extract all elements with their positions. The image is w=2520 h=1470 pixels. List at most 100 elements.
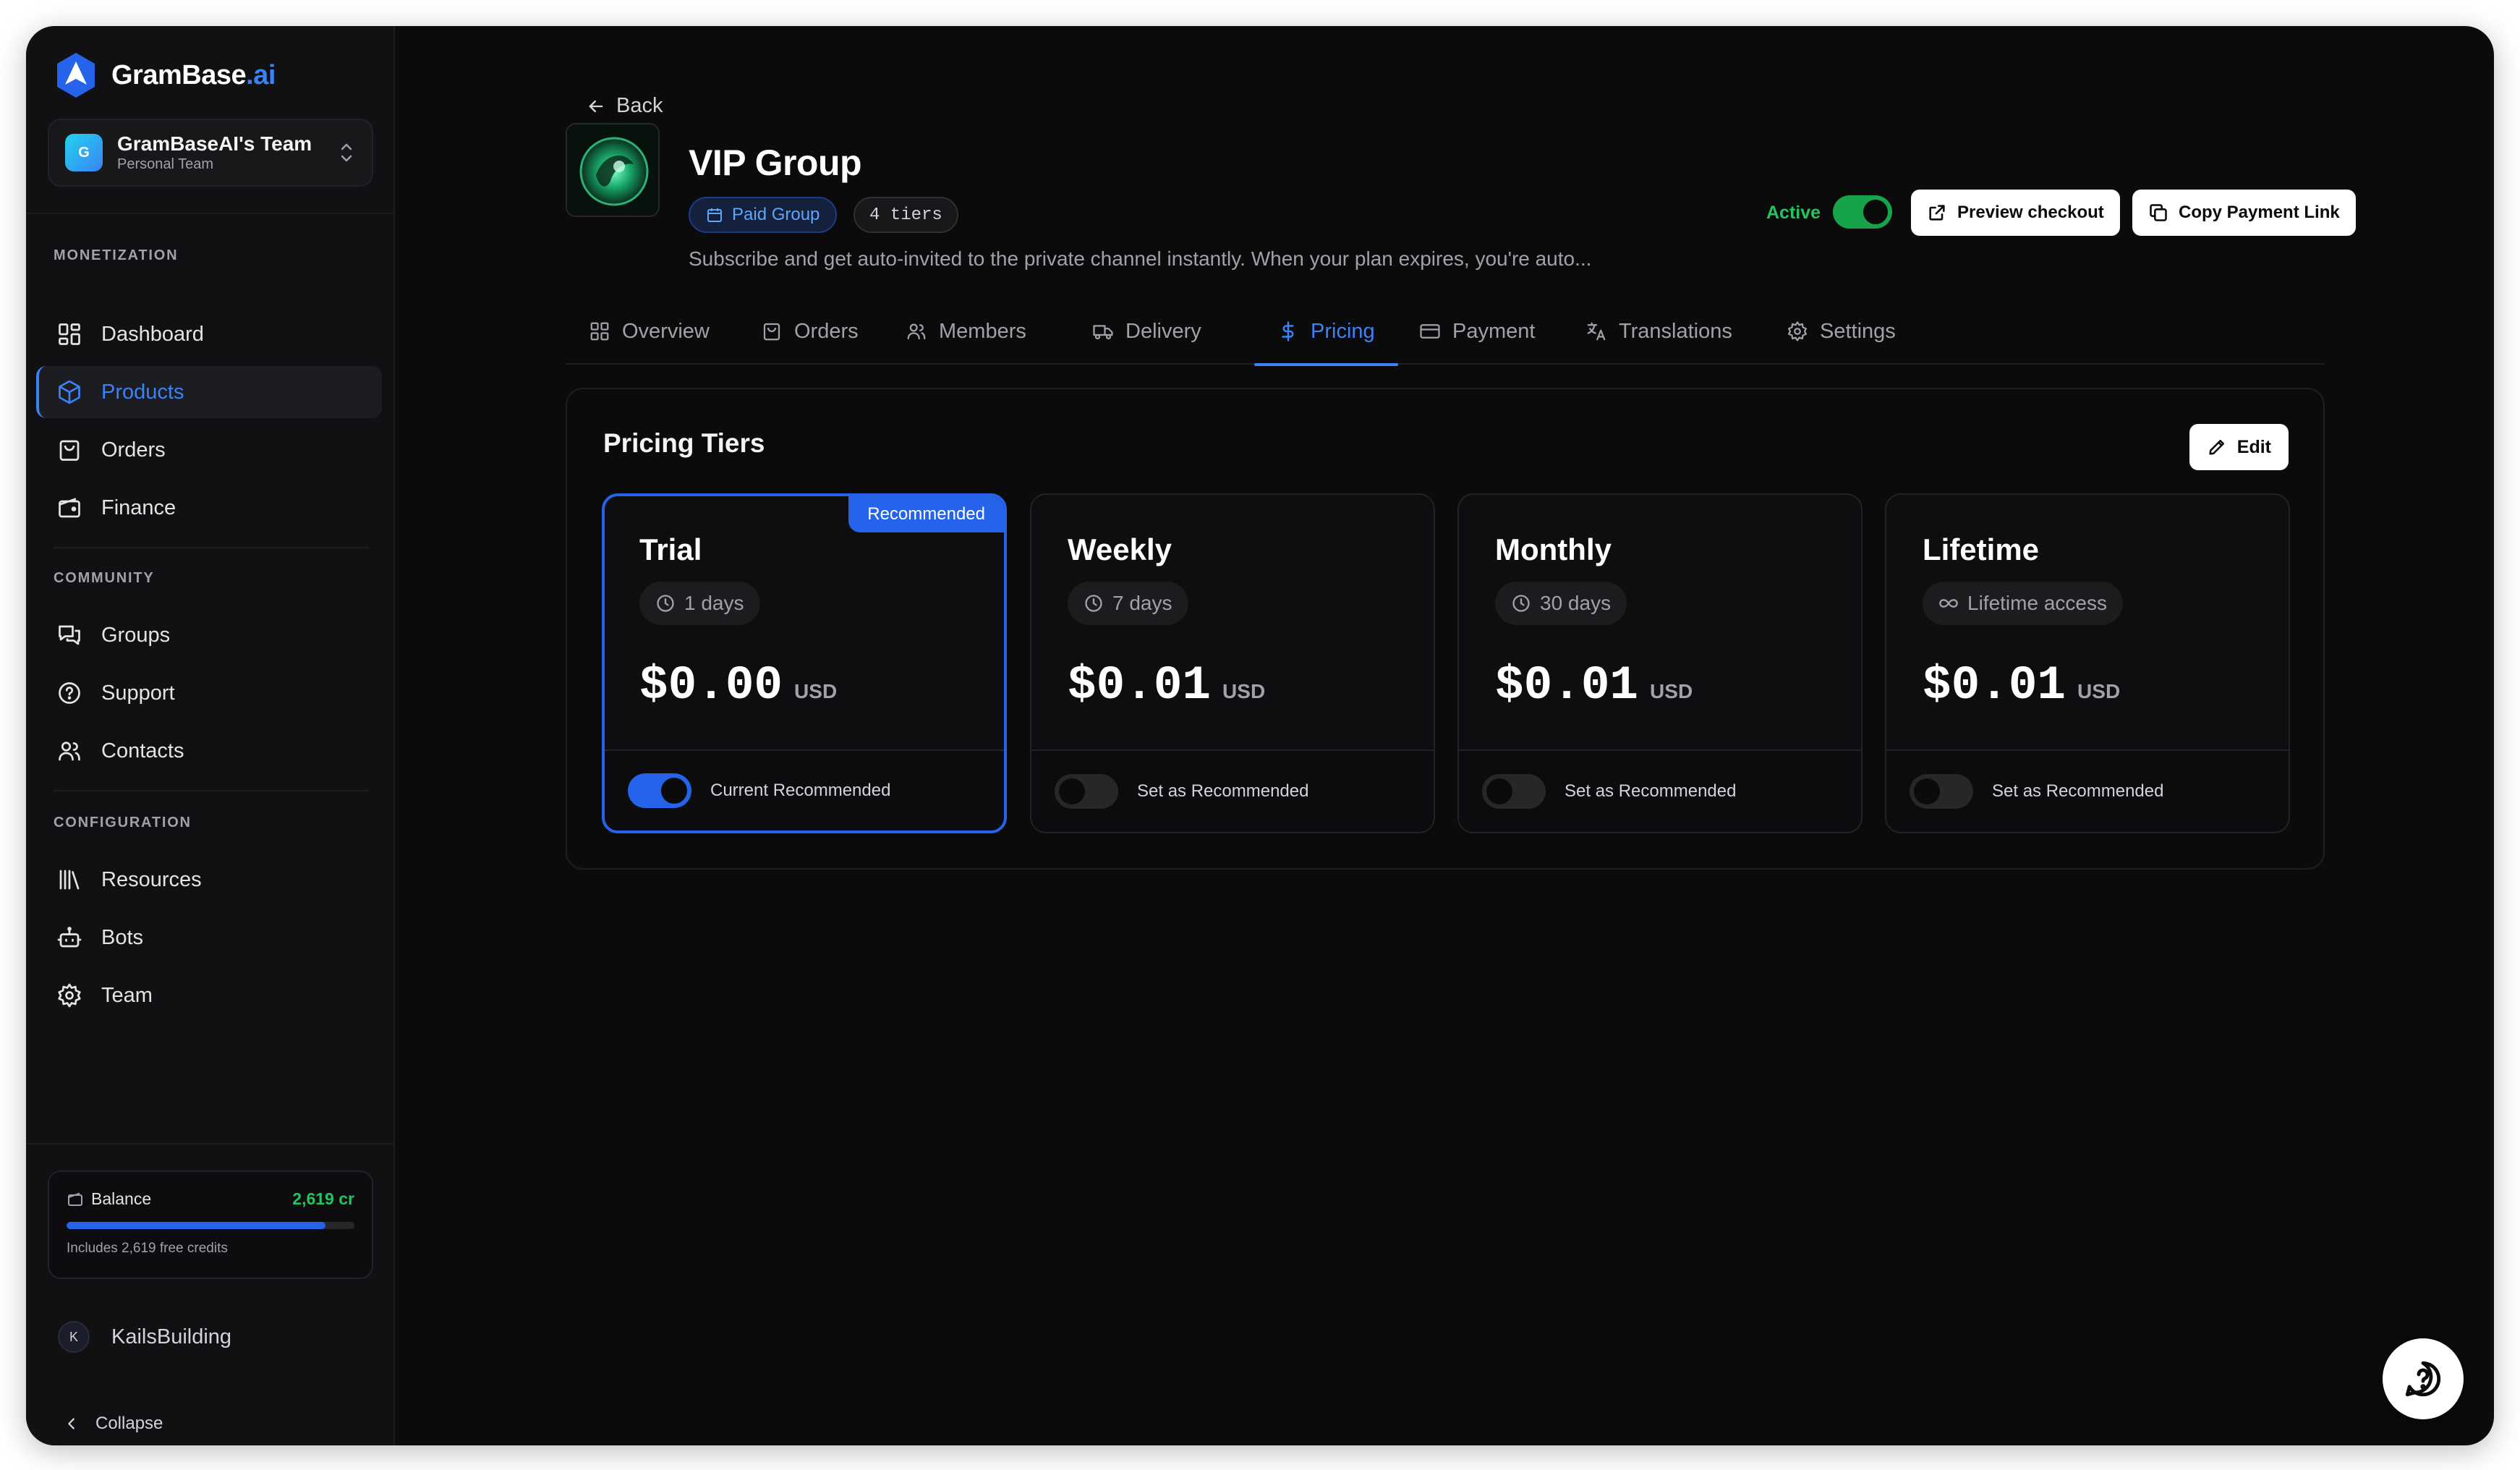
help-circle-icon (59, 682, 80, 704)
tab-orders[interactable]: Orders (761, 298, 859, 365)
sidebar-item-groups[interactable]: Groups (36, 609, 382, 661)
gear-icon (58, 983, 81, 1008)
tier-price: $0.01 USD (1923, 658, 2120, 713)
sidebar-item-label: Dashboard (101, 322, 204, 346)
product-type-badge: Paid Group (689, 197, 838, 233)
clock-icon (1512, 595, 1530, 612)
tier-amount: $0.00 (639, 658, 783, 713)
user-menu[interactable]: K KailsBuilding (58, 1321, 231, 1353)
tier-duration: 30 days (1495, 582, 1627, 625)
brand-name: GramBase.ai (111, 59, 276, 90)
tier-name: Lifetime (1923, 532, 2040, 566)
sidebar-divider (54, 547, 369, 548)
translate-icon (1587, 322, 1606, 341)
tier-duration: 1 days (639, 582, 760, 625)
shopping-bag-icon (763, 323, 780, 341)
pricing-tiers-title: Pricing Tiers (603, 428, 765, 458)
tab-pricing[interactable]: Pricing (1254, 298, 1398, 366)
sidebar-item-resources[interactable]: Resources (36, 854, 382, 906)
tier-name: Monthly (1495, 532, 1612, 566)
shopping-bag-icon (59, 440, 80, 461)
recommended-toggle[interactable] (628, 773, 691, 808)
team-switcher[interactable]: G GramBaseAI's Team Personal Team (48, 119, 373, 187)
section-label-configuration: CONFIGURATION (54, 815, 192, 830)
brand[interactable]: GramBase.ai (55, 48, 276, 103)
tab-translations[interactable]: Translations (1585, 298, 1732, 365)
balance-card[interactable]: Balance 2,619 cr Includes 2,619 free cre… (48, 1171, 373, 1279)
product-image-icon (567, 124, 658, 216)
sidebar-item-label: Contacts (101, 739, 184, 762)
pricing-tiers-panel: Pricing Tiers Edit Recommended Trial 1 d… (566, 388, 2325, 870)
help-chat-icon (2405, 1361, 2441, 1397)
tab-bar: Overview Orders Members Delivery Pricing… (566, 298, 2325, 366)
sidebar-item-contacts[interactable]: Contacts (36, 725, 382, 777)
tier-card-weekly[interactable]: Weekly 7 days $0.01 USD Set as Recommend… (1030, 493, 1435, 833)
sidebar-item-label: Groups (101, 623, 171, 647)
tier-currency: USD (1222, 680, 1266, 702)
clock-icon (1085, 595, 1102, 612)
arrow-left-icon (589, 100, 603, 112)
chat-icon (59, 625, 80, 645)
tier-duration: 7 days (1068, 582, 1188, 625)
tab-payment[interactable]: Payment (1419, 298, 1535, 365)
library-icon (59, 870, 80, 890)
sidebar: GramBase.ai G GramBaseAI's Team Personal… (26, 26, 395, 1445)
clock-icon (657, 595, 674, 612)
app-window: GramBase.ai G GramBaseAI's Team Personal… (26, 26, 2494, 1445)
tier-currency: USD (794, 680, 838, 702)
team-subtitle: Personal Team (117, 156, 214, 172)
chevrons-up-down-icon (341, 143, 352, 162)
tiers-count-badge: 4 tiers (854, 197, 958, 233)
tier-currency: USD (2077, 680, 2121, 702)
recommended-toggle-label: Set as Recommended (1565, 781, 1737, 801)
pencil-icon (2209, 439, 2224, 455)
tier-amount: $0.01 (1495, 658, 1639, 713)
gear-icon (1788, 321, 1807, 341)
help-chat-button[interactable] (2383, 1338, 2464, 1419)
edit-button[interactable]: Edit (2189, 424, 2289, 470)
truck-icon (1093, 325, 1113, 340)
balance-progress-fill (67, 1222, 326, 1229)
recommended-badge: Recommended (848, 496, 1004, 532)
balance-note: Includes 2,619 free credits (67, 1241, 228, 1256)
copy-icon (2150, 204, 2167, 221)
tier-card-lifetime[interactable]: Lifetime Lifetime access $0.01 USD Set a… (1885, 493, 2290, 833)
team-avatar: G (65, 134, 103, 171)
product-thumbnail (566, 123, 660, 217)
back-link[interactable]: Back (586, 94, 663, 118)
sidebar-item-label: Team (101, 983, 153, 1007)
tier-footer: Set as Recommended (1031, 749, 1434, 832)
recommended-toggle[interactable] (1055, 774, 1118, 809)
dollar-icon (1282, 321, 1294, 341)
preview-checkout-button[interactable]: Preview checkout (1911, 190, 2120, 236)
infinity-icon (1939, 599, 1958, 608)
tier-card-trial[interactable]: Recommended Trial 1 days $0.00 USD Curre… (602, 493, 1007, 833)
sidebar-item-label: Products (101, 380, 184, 404)
user-name: KailsBuilding (111, 1325, 232, 1348)
collapse-button[interactable]: Collapse (64, 1414, 163, 1434)
recommended-toggle[interactable] (1482, 774, 1546, 809)
sidebar-item-finance[interactable]: Finance (36, 482, 382, 534)
recommended-toggle[interactable] (1910, 774, 1973, 809)
recommended-toggle-label: Set as Recommended (1137, 781, 1309, 801)
tier-currency: USD (1650, 680, 1693, 702)
sidebar-item-support[interactable]: Support (36, 667, 382, 719)
tab-overview[interactable]: Overview (589, 298, 710, 365)
tab-delivery[interactable]: Delivery (1092, 298, 1201, 365)
sidebar-item-products[interactable]: Products (36, 366, 382, 418)
sidebar-item-label: Orders (101, 438, 166, 462)
tier-card-monthly[interactable]: Monthly 30 days $0.01 USD Set as Recomme… (1457, 493, 1863, 833)
section-label-community: COMMUNITY (54, 570, 155, 586)
tier-price: $0.00 USD (639, 658, 837, 713)
tab-settings[interactable]: Settings (1787, 298, 1896, 365)
sidebar-item-dashboard[interactable]: Dashboard (36, 308, 382, 360)
balance-progress-bar (67, 1222, 354, 1229)
copy-payment-link-button[interactable]: Copy Payment Link (2132, 190, 2356, 236)
balance-label: Balance (67, 1189, 151, 1209)
active-toggle[interactable] (1833, 195, 1892, 229)
sidebar-item-bots[interactable]: Bots (36, 912, 382, 964)
sidebar-item-orders[interactable]: Orders (36, 424, 382, 476)
sidebar-item-team[interactable]: Team (36, 969, 382, 1021)
tab-members[interactable]: Members (906, 298, 1026, 365)
sidebar-item-label: Support (101, 681, 175, 705)
